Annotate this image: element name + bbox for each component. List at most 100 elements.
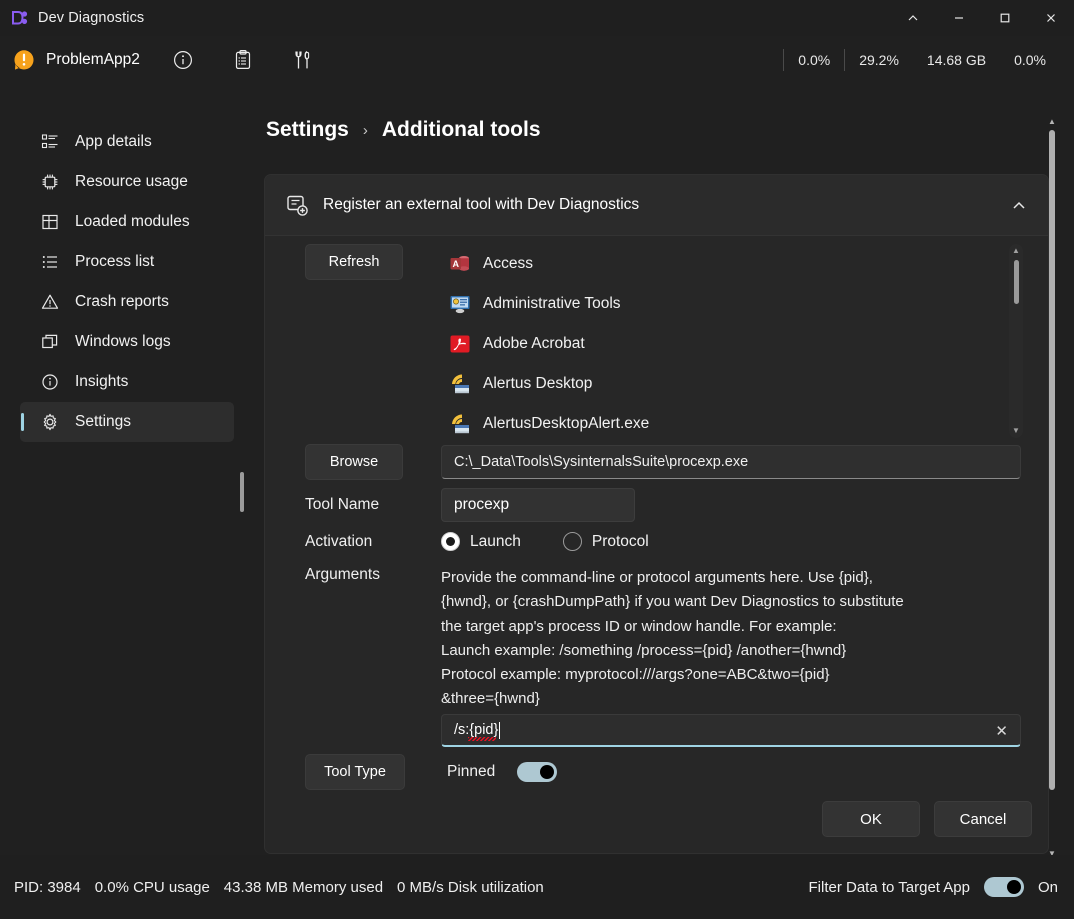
selection-indicator xyxy=(21,413,24,431)
bulleted-list-icon xyxy=(40,252,60,272)
dialog-buttons: OK Cancel xyxy=(822,801,1032,837)
dev-diagnostics-logo-icon xyxy=(10,8,30,28)
filter-control: Filter Data to Target App On xyxy=(809,877,1058,897)
title-bar: Dev Diagnostics xyxy=(0,0,1074,36)
list-details-icon xyxy=(40,132,60,152)
breadcrumb-root[interactable]: Settings xyxy=(266,118,349,142)
sidebar-item-settings[interactable]: Settings xyxy=(20,402,234,442)
app-list-scrollbar[interactable]: ▲ ▼ xyxy=(1009,244,1023,438)
tool-name-row: Tool Name procexp xyxy=(305,488,635,522)
sidebar-item-insights[interactable]: Insights xyxy=(20,362,234,402)
clear-input-icon[interactable]: ✕ xyxy=(995,722,1008,740)
minimize-button[interactable] xyxy=(936,0,982,36)
list-item-label: Alertus Desktop xyxy=(483,375,593,392)
status-cpu: 0.0% CPU usage xyxy=(94,878,210,896)
sidebar-item-label: Loaded modules xyxy=(75,213,190,230)
list-item[interactable]: A Access xyxy=(441,244,1021,284)
modules-grid-icon xyxy=(40,212,60,232)
card-body: Refresh A Access Administrative Tools Ad… xyxy=(265,235,1048,853)
radio-protocol[interactable]: Protocol xyxy=(562,532,649,551)
sidebar-item-label: Crash reports xyxy=(75,293,169,310)
ok-button[interactable]: OK xyxy=(822,801,920,837)
arguments-description-line: Launch example: /something /process={pid… xyxy=(441,641,847,659)
arguments-description-line: {hwnd}, or {crashDumpPath} if you want D… xyxy=(441,593,904,611)
tools-icon[interactable] xyxy=(290,47,316,73)
sidebar-item-process-list[interactable]: Process list xyxy=(20,242,234,282)
refresh-button[interactable]: Refresh xyxy=(305,244,403,280)
card-title: Register an external tool with Dev Diagn… xyxy=(323,196,640,213)
tool-name-input[interactable]: procexp xyxy=(441,488,635,522)
sidebar-item-label: Settings xyxy=(75,413,132,430)
sidebar-scrollbar-thumb[interactable] xyxy=(240,472,244,512)
sidebar-item-label: App details xyxy=(75,133,152,150)
list-item-label: AlertusDesktopAlert.exe xyxy=(483,415,650,432)
collapse-button[interactable] xyxy=(890,0,936,36)
arguments-label: Arguments xyxy=(305,566,380,583)
list-item-label: Administrative Tools xyxy=(483,295,621,312)
radio-protocol-button[interactable] xyxy=(562,532,582,551)
sidebar-item-loaded-modules[interactable]: Loaded modules xyxy=(20,202,234,242)
radio-protocol-label: Protocol xyxy=(591,532,649,550)
maximize-button[interactable] xyxy=(982,0,1028,36)
chevron-right-icon: › xyxy=(362,121,368,139)
filter-toggle[interactable] xyxy=(983,877,1024,897)
app-bar: ProblemApp2 0.0% 29.2% 14.68 GB 0.0% xyxy=(0,36,1074,84)
browse-button[interactable]: Browse xyxy=(305,444,403,480)
close-button[interactable] xyxy=(1028,0,1074,36)
sidebar-item-label: Windows logs xyxy=(75,333,171,350)
scrollbar-thumb[interactable] xyxy=(1049,130,1055,790)
installed-apps-list[interactable]: A Access Administrative Tools Adobe Acro… xyxy=(441,244,1021,438)
arguments-input-value: /s:{pid} xyxy=(454,722,498,741)
app-bar-icons xyxy=(170,47,316,73)
chevron-up-icon[interactable] xyxy=(1008,195,1030,217)
cancel-button[interactable]: Cancel xyxy=(934,801,1032,837)
cpu-chip-icon xyxy=(40,172,60,192)
memory-size-stat: 14.68 GB xyxy=(926,52,987,68)
sidebar-item-app-details[interactable]: App details xyxy=(20,122,234,162)
scroll-down-arrow-icon[interactable]: ▼ xyxy=(1012,427,1020,435)
clipboard-icon[interactable] xyxy=(230,47,256,73)
sidebar-item-resource-usage[interactable]: Resource usage xyxy=(20,162,234,202)
list-item[interactable]: Administrative Tools xyxy=(441,284,1021,324)
window-controls xyxy=(890,0,1074,36)
sidebar-item-label: Resource usage xyxy=(75,173,188,190)
tool-path-input[interactable]: C:\_Data\Tools\SysinternalsSuite\procexp… xyxy=(441,445,1021,479)
arguments-input[interactable]: /s:{pid} ✕ xyxy=(441,714,1021,747)
arguments-description-line: Provide the command-line or protocol arg… xyxy=(441,569,873,586)
list-item[interactable]: Adobe Acrobat xyxy=(441,324,1021,364)
filter-state-label: On xyxy=(1037,878,1058,896)
tool-type-row: Tool Type Pinned xyxy=(305,754,558,790)
list-item[interactable]: Alertus Desktop xyxy=(441,364,1021,404)
info-icon[interactable] xyxy=(170,47,196,73)
windows-copy-icon xyxy=(40,332,60,352)
arguments-row: Arguments Provide the command-line or pr… xyxy=(305,566,1017,712)
radio-launch[interactable]: Launch xyxy=(441,532,521,551)
sidebar-item-crash-reports[interactable]: Crash reports xyxy=(20,282,234,322)
breadcrumb: Settings › Additional tools xyxy=(266,118,541,142)
warning-triangle-icon xyxy=(40,292,60,312)
main-content: Settings › Additional tools Register an … xyxy=(248,84,1074,858)
tool-type-button[interactable]: Tool Type xyxy=(305,754,405,790)
spellcheck-underline xyxy=(468,737,496,741)
scroll-up-arrow-icon[interactable]: ▲ xyxy=(1012,247,1020,255)
tool-name-label: Tool Name xyxy=(305,496,380,513)
target-app-name: ProblemApp2 xyxy=(46,51,140,68)
pinned-toggle[interactable] xyxy=(517,762,558,782)
sidebar-item-label: Insights xyxy=(75,373,129,390)
pinned-label: Pinned xyxy=(447,763,496,780)
warning-exclamation-icon xyxy=(12,48,36,72)
dev-diagnostics-window: Dev Diagnostics ProblemApp2 0.0% 29.2% 1… xyxy=(0,0,1074,919)
card-header[interactable]: Register an external tool with Dev Diagn… xyxy=(265,175,1048,235)
scroll-up-arrow-icon[interactable]: ▲ xyxy=(1048,118,1056,126)
sidebar-item-windows-logs[interactable]: Windows logs xyxy=(20,322,234,362)
list-item-label: Access xyxy=(483,255,533,272)
browse-row: Browse C:\_Data\Tools\SysinternalsSuite\… xyxy=(305,444,1021,480)
sidebar: App details Resource usage Loaded module… xyxy=(0,84,248,855)
scrollbar-thumb[interactable] xyxy=(1014,260,1019,304)
radio-launch-label: Launch xyxy=(470,532,521,550)
radio-launch-button[interactable] xyxy=(441,532,460,551)
status-bar: PID: 3984 0.0% CPU usage 43.38 MB Memory… xyxy=(0,855,1074,919)
list-item[interactable]: AlertusDesktopAlert.exe xyxy=(441,404,1021,438)
toggle-knob xyxy=(540,765,555,779)
page-scrollbar[interactable]: ▲ ▼ xyxy=(1046,118,1058,858)
